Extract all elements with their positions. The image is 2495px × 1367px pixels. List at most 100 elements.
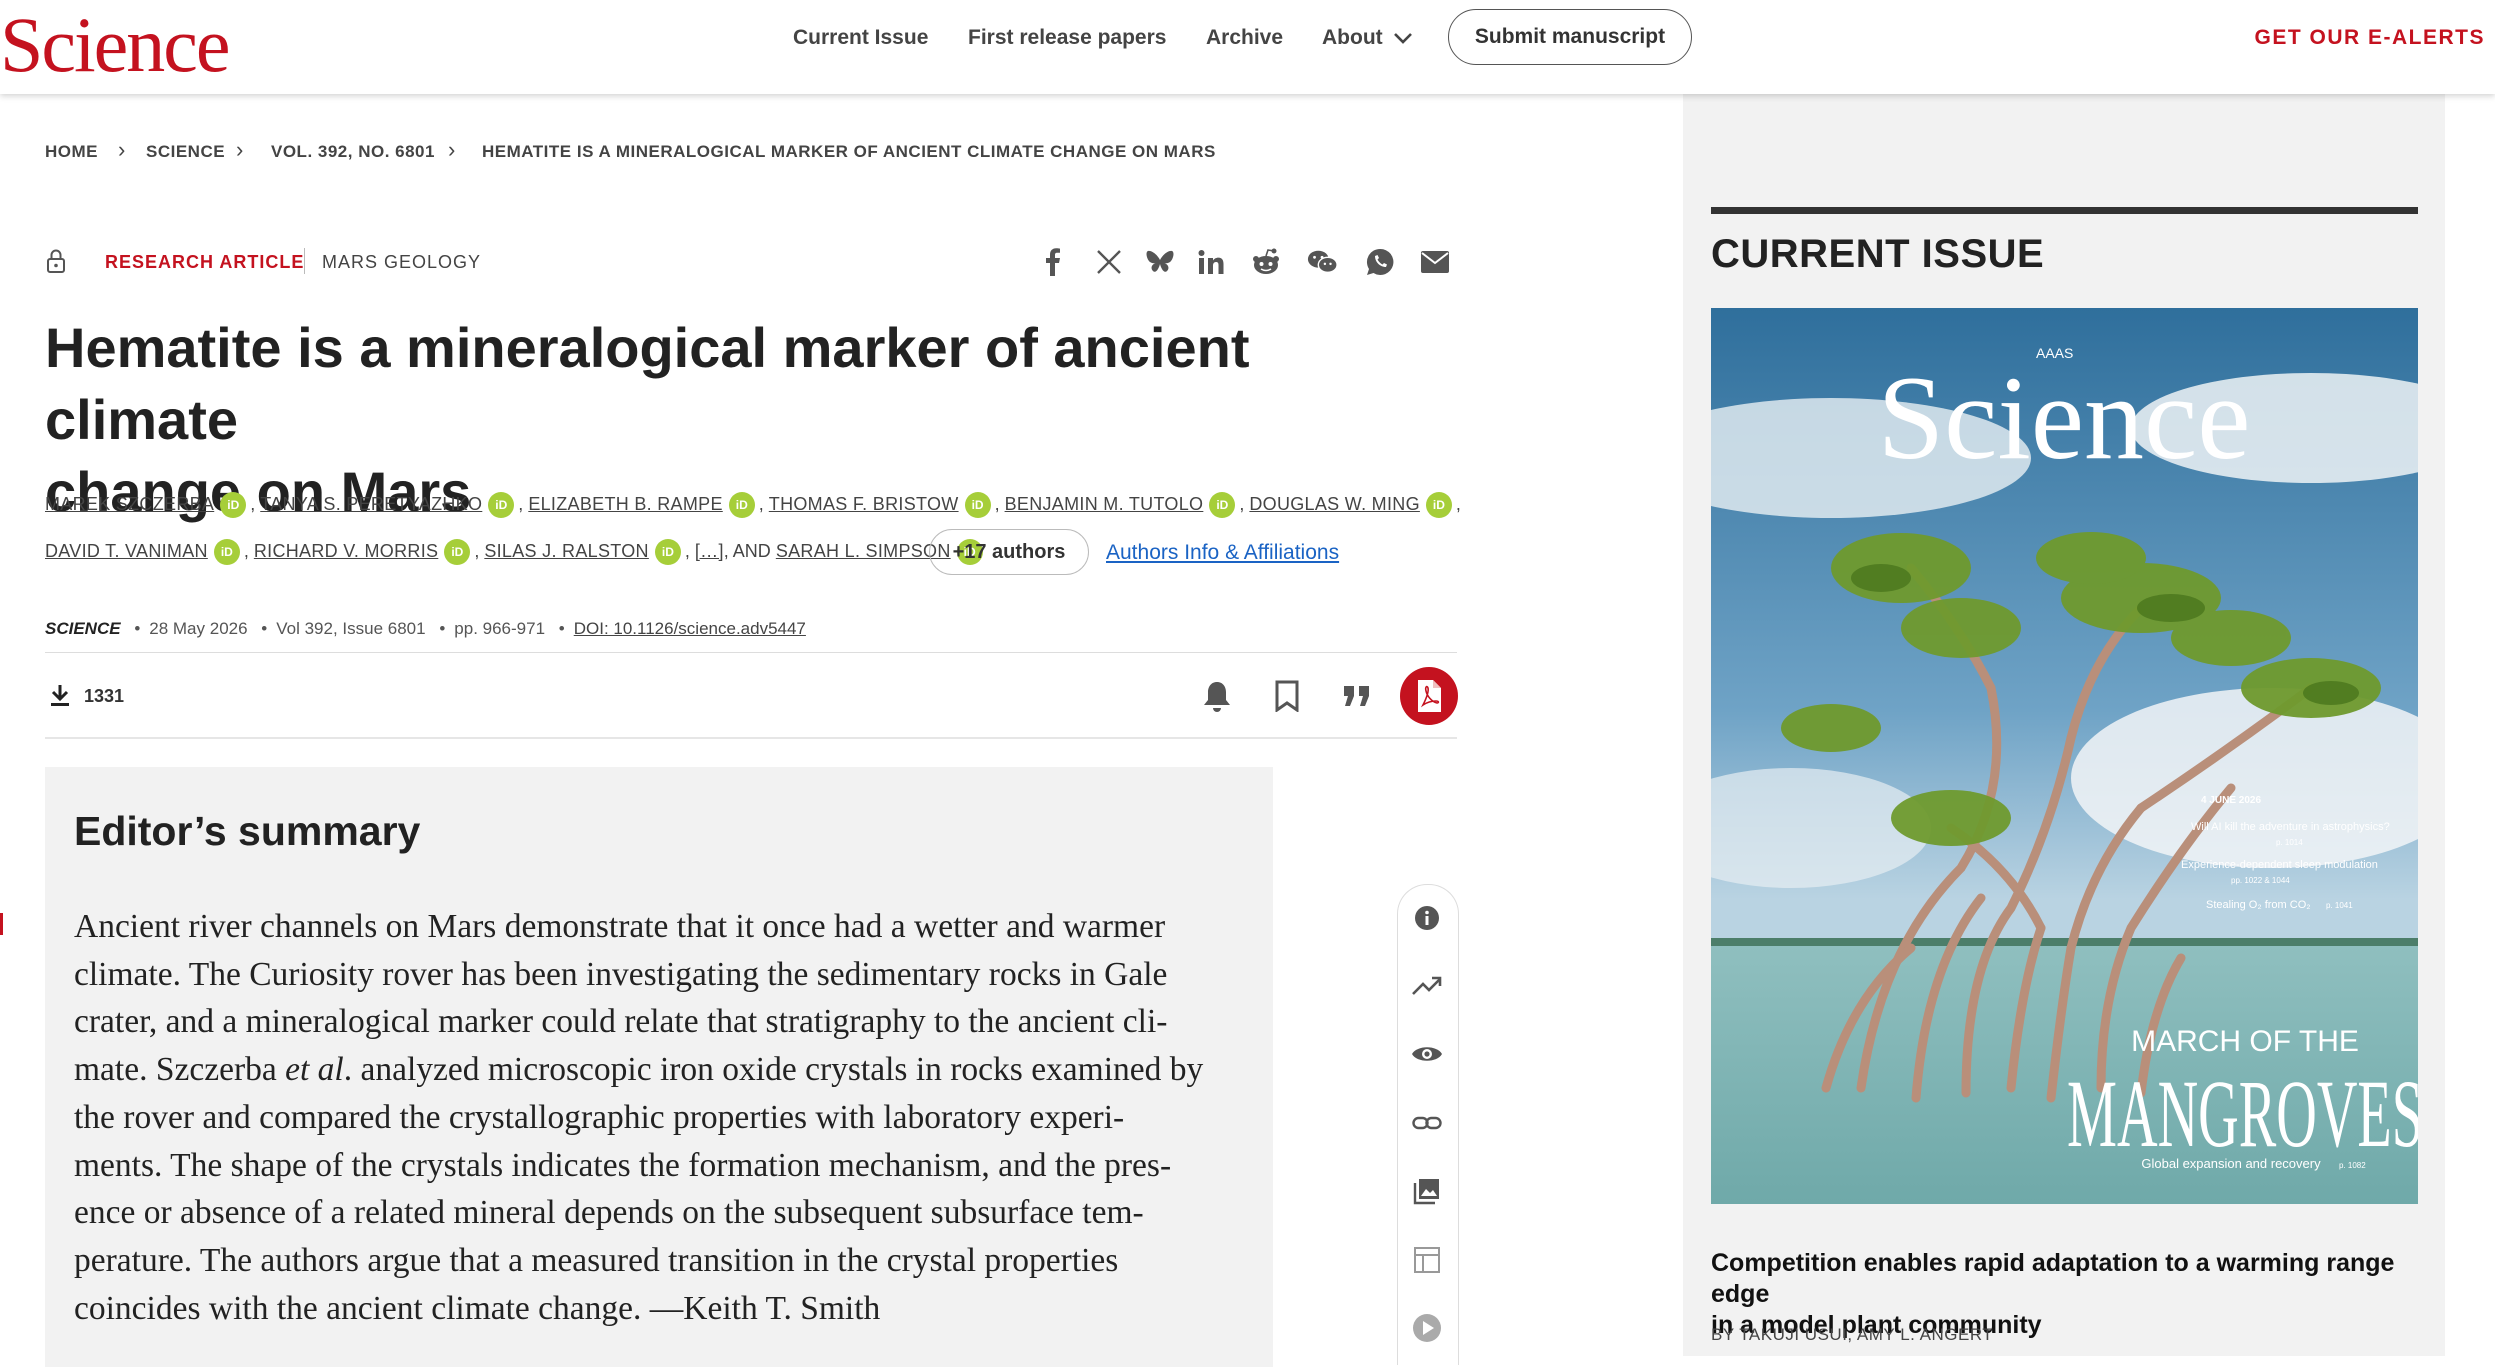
link-icon[interactable] (1410, 1106, 1444, 1140)
orcid-icon[interactable]: iD (1425, 492, 1452, 518)
editors-summary-text: Ancient river channels on Mars demonstra… (74, 903, 1254, 1332)
cover-subline-page: p. 1082 (2339, 1161, 2366, 1170)
summary-line: ments. The shape of the crystals indicat… (74, 1146, 1172, 1184)
meta-divider (304, 248, 305, 274)
submit-manuscript-button[interactable]: Submit manuscript (1448, 9, 1692, 65)
author-link[interactable]: RICHARD V. MORRIS (254, 541, 438, 561)
email-icon[interactable] (1419, 246, 1451, 278)
article-type-label: RESEARCH ARTICLE (105, 252, 305, 272)
cover-teaser-2-page: pp. 1022 & 1044 (2231, 876, 2290, 885)
top-navigation-bar: Science Current Issue First release pape… (0, 0, 2495, 94)
cover-logo: Science (1877, 351, 2250, 484)
breadcrumb-current: HEMATITE IS A MINERALOGICAL MARKER OF AN… (482, 142, 1216, 161)
x-icon[interactable] (1093, 246, 1125, 278)
orcid-icon[interactable]: iD (444, 539, 471, 565)
orcid-icon[interactable]: iD (1209, 492, 1236, 518)
nav-archive[interactable]: Archive (1206, 26, 1283, 50)
summary-line-rest: . analyzed microscopic iron oxide crysta… (343, 1051, 1204, 1089)
breadcrumb-volume[interactable]: VOL. 392, NO. 6801 (271, 142, 435, 162)
editors-summary-heading: Editor’s summary (74, 808, 421, 854)
summary-italic: et al (285, 1051, 344, 1089)
orcid-icon[interactable]: iD (220, 492, 247, 518)
article-subject-label[interactable]: MARS GEOLOGY (322, 252, 481, 273)
download-icon (48, 683, 72, 712)
wechat-icon[interactable] (1307, 246, 1339, 278)
author-link[interactable]: THOMAS F. BRISTOW (769, 494, 959, 514)
summary-line-start: mate. Szczerba (74, 1051, 286, 1089)
get-e-alerts-link[interactable]: GET OUR E-ALERTS (2254, 26, 2485, 50)
orcid-icon[interactable]: iD (654, 539, 681, 565)
author-list-row-2: DAVID T. VANIMAN iD, RICHARD V. MORRIS iD,… (45, 539, 987, 565)
current-issue-cover[interactable]: AAAS Science 4 JUNE 2026 Will AI kill th… (1711, 308, 2418, 1204)
summary-line: mate. Szczerba et al. analyzed microscop… (74, 1046, 1254, 1094)
cover-teaser-3-page: p. 1041 (2326, 901, 2353, 910)
author-link[interactable]: DAVID T. VANIMAN (45, 541, 208, 561)
author-link[interactable]: MAREK SZCZERBA (45, 494, 214, 514)
orcid-icon[interactable]: iD (964, 492, 991, 518)
cover-teaser-3: Stealing O₂ from CO₂ (2206, 899, 2311, 911)
author-link[interactable]: SARAH L. SIMPSON (776, 541, 951, 561)
cover-subline: Global expansion and recovery (2141, 1156, 2321, 1171)
quote-icon[interactable] (1339, 678, 1375, 714)
facebook-icon[interactable] (1037, 246, 1069, 278)
orcid-icon[interactable]: iD (213, 539, 240, 565)
breadcrumb-home[interactable]: HOME (45, 142, 98, 162)
trending-icon[interactable] (1410, 969, 1444, 1003)
nav-first-release[interactable]: First release papers (968, 26, 1166, 50)
cover-date: 4 JUNE 2026 (2201, 795, 2261, 806)
image-icon[interactable] (1410, 1174, 1444, 1208)
nav-about-label: About (1322, 26, 1383, 49)
summary-line: crater, and a mineralogical marker could… (74, 1003, 1168, 1041)
nav-about[interactable]: About (1322, 26, 1413, 50)
nav-current-issue[interactable]: Current Issue (793, 26, 928, 50)
author-ellipsis[interactable]: […] (695, 541, 724, 561)
citation-line: SCIENCE • 28 May 2026 • Vol 392, Issue 680… (45, 619, 806, 638)
bluesky-icon[interactable] (1144, 246, 1176, 278)
summary-line: ence or absence of a related mineral dep… (74, 1194, 1144, 1232)
play-icon[interactable] (1410, 1311, 1444, 1345)
featured-article-byline: BY TAKUJI USUI, AMY L. ANGERT (1711, 1325, 1994, 1344)
summary-line: coincides with the ancient climate chang… (74, 1289, 881, 1327)
breadcrumb-chevron-icon: › (448, 137, 456, 162)
author-and-label: , AND (723, 540, 771, 561)
summary-line: climate. The Curiosity rover has been in… (74, 955, 1168, 993)
orcid-icon[interactable]: iD (728, 492, 755, 518)
reading-indicator (0, 913, 3, 935)
science-logo[interactable]: Science (0, 6, 231, 84)
cover-headline: MANGROVES (2067, 1060, 2418, 1167)
download-count: 1331 (84, 686, 125, 706)
cover-teaser-2: Experience-dependent sleep modulation (2181, 859, 2378, 871)
author-link[interactable]: SILAS J. RALSTON (484, 541, 649, 561)
cover-illustration: AAAS Science 4 JUNE 2026 Will AI kill th… (1711, 308, 2418, 1204)
author-link[interactable]: TANYA S. PERETYAZHKO (260, 494, 482, 514)
lock-icon (45, 248, 67, 279)
doi-link[interactable]: DOI: 10.1126/science.adv5447 (574, 619, 806, 638)
authors-info-link[interactable]: Authors Info & Affiliations (1106, 541, 1339, 565)
article-title-line-1: Hematite is a mineralogical marker of an… (45, 316, 1250, 451)
eye-icon[interactable] (1410, 1037, 1444, 1071)
author-link[interactable]: DOUGLAS W. MING (1249, 494, 1420, 514)
orcid-icon[interactable]: iD (488, 492, 515, 518)
whatsapp-icon[interactable] (1364, 246, 1396, 278)
breadcrumb-science[interactable]: SCIENCE (146, 142, 225, 162)
reddit-icon[interactable] (1250, 246, 1282, 278)
author-list-row-1: MAREK SZCZERBA iD, TANYA S. PERETYAZHKO iD… (45, 492, 1461, 518)
cover-teaser-1-page: p. 1014 (2276, 838, 2303, 847)
table-icon[interactable] (1410, 1243, 1444, 1277)
pdf-icon[interactable] (1400, 667, 1458, 725)
linkedin-icon[interactable] (1195, 246, 1227, 278)
summary-line: Ancient river channels on Mars demonstra… (74, 908, 1166, 945)
bell-icon[interactable] (1199, 678, 1235, 714)
divider (45, 652, 1457, 653)
featured-title-line-1: Competition enables rapid adaptation to … (1711, 1249, 2395, 1308)
page-range: pp. 966-971 (454, 619, 546, 638)
author-link[interactable]: BENJAMIN M. TUTOLO (1005, 494, 1204, 514)
sidebar-divider (1711, 207, 2418, 214)
info-icon[interactable] (1410, 901, 1444, 935)
divider (45, 737, 1457, 739)
author-link[interactable]: ELIZABETH B. RAMPE (528, 494, 722, 514)
bookmark-icon[interactable] (1269, 678, 1305, 714)
publication-date: 28 May 2026 (149, 619, 248, 638)
volume-issue: Vol 392, Issue 6801 (276, 619, 426, 638)
more-authors-button[interactable]: +17 authors (929, 529, 1089, 575)
